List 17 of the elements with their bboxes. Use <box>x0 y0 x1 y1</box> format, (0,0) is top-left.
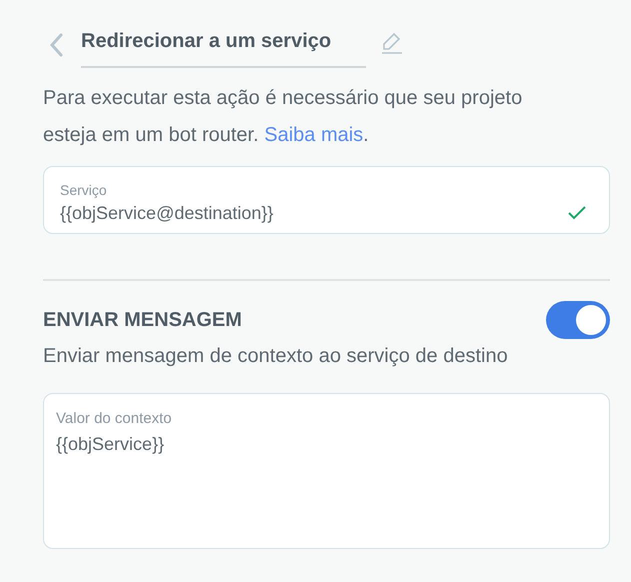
edit-button[interactable] <box>380 30 404 54</box>
title-field[interactable]: Redirecionar a um serviço <box>81 22 366 68</box>
field-label: Serviço <box>60 181 108 200</box>
field-value: {{objService}} <box>56 432 164 456</box>
context-field[interactable]: Valor do contexto {{objService}} <box>43 393 610 549</box>
page-title: Redirecionar a um serviço <box>81 30 332 52</box>
section-subtitle: Enviar mensagem de contexto ao serviço de destino <box>43 344 509 369</box>
field-value: {{objService@destination}} <box>60 202 274 225</box>
pencil-icon <box>380 30 404 54</box>
toggle-switch[interactable] <box>546 301 610 339</box>
section-title: ENVIAR MENSAGEM <box>43 308 242 333</box>
chevron-left-icon <box>49 33 63 57</box>
service-field[interactable]: Serviço {{objService@destination}} <box>43 166 610 234</box>
learn-more-link[interactable]: Saiba mais <box>264 124 364 146</box>
description-text: Para executar esta ação é necessário que seu projeto esteja em um bot router. Saiba mais. <box>43 86 524 148</box>
period-text: . <box>363 124 369 146</box>
field-label: Valor do contexto <box>56 409 172 429</box>
